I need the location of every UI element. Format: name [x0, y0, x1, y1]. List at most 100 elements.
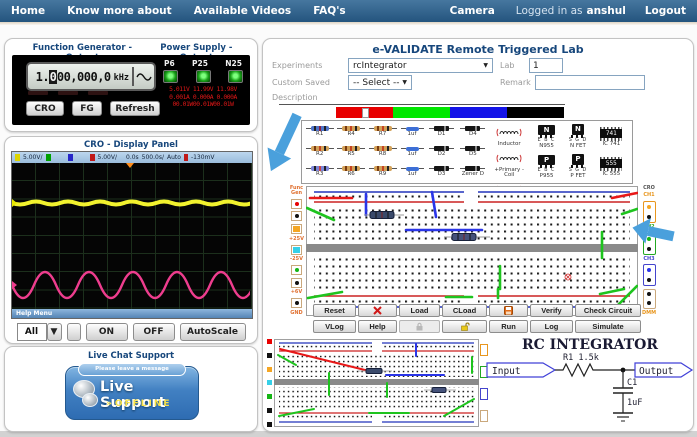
- component-r2[interactable]: R2: [304, 146, 335, 158]
- component-r1[interactable]: R1: [304, 126, 335, 138]
- gnd-terminal[interactable]: [291, 298, 302, 309]
- resistor-icon: [368, 146, 397, 152]
- n25v-terminal[interactable]: [291, 244, 302, 255]
- psu-led-n25[interactable]: [228, 70, 243, 83]
- wire-color-black[interactable]: [507, 107, 564, 118]
- autoscale-button[interactable]: AutoScale: [179, 323, 246, 341]
- component-d5[interactable]: D5: [457, 146, 488, 158]
- run-button[interactable]: Run: [489, 320, 528, 333]
- schematic-title: RC INTEGRATOR: [522, 337, 658, 353]
- component-r9[interactable]: R9: [367, 166, 398, 178]
- fg-button[interactable]: FG: [72, 101, 102, 116]
- nav-know-more[interactable]: Know more about: [56, 5, 183, 17]
- component-cap-3[interactable]: 1uf: [398, 166, 426, 178]
- annotation-arrow-left: [267, 112, 302, 172]
- component-p-fet[interactable]: P S G DP FET: [563, 154, 592, 180]
- p25v-terminal[interactable]: [291, 224, 302, 235]
- channel-select[interactable]: All ▼: [16, 323, 62, 341]
- component-ic741[interactable]: 741 IC 741: [593, 126, 630, 148]
- logged-in-label: Logged in as: [515, 5, 583, 17]
- help-button[interactable]: Help: [358, 320, 397, 333]
- nav-available-videos[interactable]: Available Videos: [183, 5, 303, 17]
- diode-icon: [428, 126, 454, 132]
- load-button[interactable]: Load: [399, 304, 440, 317]
- toolbar-row-1: Reset Load CLoad Verify Check Circuit: [313, 304, 641, 317]
- wire-color-red[interactable]: [336, 107, 393, 118]
- scope-help-menu[interactable]: Help Menu: [12, 309, 252, 318]
- p25v-label: +25V: [288, 235, 305, 242]
- channel-spinner[interactable]: [66, 323, 81, 341]
- remark-input[interactable]: [535, 75, 645, 90]
- wire-color-green[interactable]: [393, 107, 450, 118]
- diode-icon: [428, 146, 454, 152]
- component-pnp-transistor[interactable]: P E B C P955: [530, 154, 563, 180]
- psu-led-p25[interactable]: [195, 70, 211, 83]
- page: Home Know more about Available Videos FA…: [0, 0, 697, 437]
- off-button[interactable]: OFF: [132, 323, 175, 341]
- component-n-fet[interactable]: N S G DN FET: [563, 124, 592, 150]
- cro-panel: CRO - Display Panel 5.00V/ 5.00V/ 0.0s 5…: [4, 136, 258, 344]
- component-d4[interactable]: D4: [457, 126, 488, 138]
- p-fet-icon: P: [571, 154, 584, 166]
- cro-button[interactable]: CRO: [26, 101, 64, 116]
- log-button[interactable]: Log: [530, 320, 573, 333]
- component-npn-transistor[interactable]: N E B C N955: [530, 124, 563, 150]
- component-inductor[interactable]: Inductor: [489, 122, 530, 148]
- p6v-gnd-terminal[interactable]: [291, 277, 302, 288]
- component-r5[interactable]: R5: [335, 146, 366, 158]
- component-ic555[interactable]: 555 IC 555: [593, 156, 630, 178]
- save-button[interactable]: [489, 304, 528, 317]
- component-d2[interactable]: D2: [426, 146, 457, 158]
- on-button[interactable]: ON: [85, 323, 128, 341]
- nav-logout[interactable]: Logout: [634, 5, 697, 17]
- annotation-arrow-right: [632, 218, 675, 244]
- lab-number-input[interactable]: [529, 58, 563, 73]
- component-r8[interactable]: R8: [367, 146, 398, 158]
- refresh-button[interactable]: Refresh: [110, 101, 160, 116]
- cload-button[interactable]: CLoad: [442, 304, 487, 317]
- component-r7[interactable]: R7: [367, 126, 398, 138]
- main-breadboard[interactable]: [306, 186, 638, 316]
- ch1-label: CH1: [643, 192, 655, 199]
- diode-icon: [460, 146, 486, 152]
- component-r3[interactable]: R3: [304, 166, 335, 178]
- lock-button[interactable]: [399, 320, 440, 333]
- component-cap-2[interactable]: 1uf: [398, 146, 426, 158]
- live-support-button[interactable]: Please leave a message Live Support » OFF…: [65, 363, 199, 420]
- funcgen-gnd-terminal[interactable]: [291, 211, 302, 222]
- ch3-terminal[interactable]: [642, 264, 656, 287]
- ch1-waveform: [12, 199, 252, 207]
- mini-breadboard: [274, 339, 479, 427]
- component-d3[interactable]: D3: [426, 166, 457, 178]
- clear-button[interactable]: [358, 304, 397, 317]
- reset-button[interactable]: Reset: [313, 304, 356, 317]
- component-r4[interactable]: R4: [335, 126, 366, 138]
- p6v-terminal[interactable]: [291, 265, 302, 276]
- nav-home[interactable]: Home: [0, 5, 56, 17]
- experiments-select[interactable]: rcIntegrator ▼: [348, 58, 493, 73]
- chevron-down-icon[interactable]: ▼: [46, 323, 62, 341]
- custom-saved-select[interactable]: -- Select -- ▼: [348, 75, 412, 90]
- component-r6[interactable]: R6: [335, 166, 366, 178]
- component-d1[interactable]: D1: [426, 126, 457, 138]
- ground-symbol: [613, 412, 633, 422]
- dmm-terminal[interactable]: [642, 288, 656, 309]
- component-zener[interactable]: Zener D: [457, 166, 488, 178]
- vlog-button[interactable]: VLog: [313, 320, 356, 333]
- simulate-button[interactable]: Simulate: [575, 320, 641, 333]
- experiments-label: Experiments: [272, 61, 323, 70]
- wire-color-blue[interactable]: [450, 107, 507, 118]
- check-circuit-button[interactable]: Check Circuit: [575, 304, 641, 317]
- component-primary-coil[interactable]: +Primary - Coil: [489, 148, 530, 179]
- component-cap-1[interactable]: 1uf: [398, 126, 426, 138]
- nav-faqs[interactable]: FAQ's: [302, 5, 356, 17]
- scope-screen: [12, 163, 252, 309]
- psu-led-p6[interactable]: [163, 70, 178, 83]
- wire-color-swatches: [336, 107, 564, 118]
- verify-button[interactable]: Verify: [530, 304, 573, 317]
- ch3-label: CH3: [643, 255, 655, 262]
- nav-camera[interactable]: Camera: [439, 5, 506, 17]
- funcgen-signal-terminal[interactable]: [291, 198, 302, 209]
- ch3-color-chip: [67, 154, 73, 161]
- unlock-button[interactable]: [442, 320, 487, 333]
